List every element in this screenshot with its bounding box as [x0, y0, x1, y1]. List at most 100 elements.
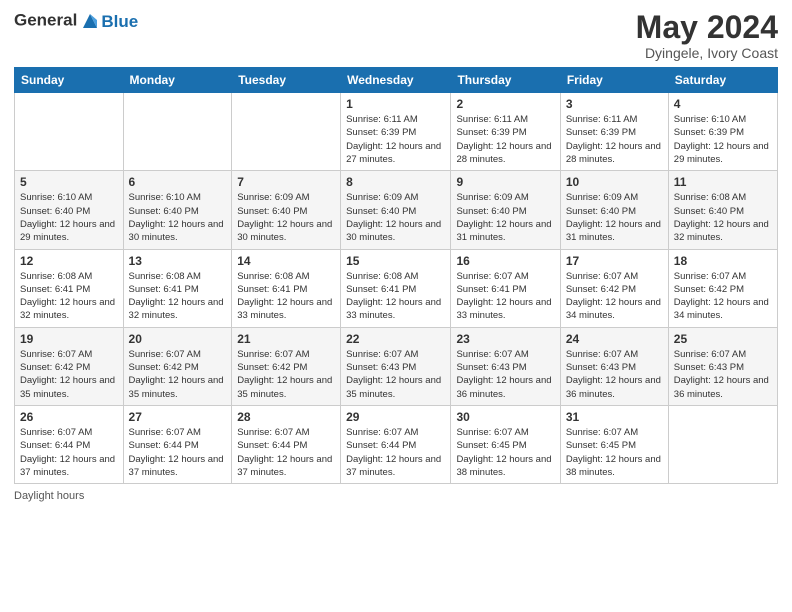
sunrise-text: Sunrise: 6:09 AM	[346, 191, 445, 204]
day-number: 16	[456, 254, 554, 268]
day-number: 27	[129, 410, 227, 424]
sunrise-text: Sunrise: 6:11 AM	[456, 113, 554, 126]
calendar-week-row: 1Sunrise: 6:11 AMSunset: 6:39 PMDaylight…	[15, 93, 778, 171]
sunset-text: Sunset: 6:43 PM	[674, 361, 772, 374]
daylight-text: Daylight: 12 hours and 30 minutes.	[346, 218, 445, 245]
calendar-cell: 17Sunrise: 6:07 AMSunset: 6:42 PMDayligh…	[560, 249, 668, 327]
location: Dyingele, Ivory Coast	[636, 45, 778, 61]
sunset-text: Sunset: 6:40 PM	[566, 205, 663, 218]
sunset-text: Sunset: 6:41 PM	[129, 283, 227, 296]
calendar-cell: 14Sunrise: 6:08 AMSunset: 6:41 PMDayligh…	[232, 249, 341, 327]
calendar-cell: 23Sunrise: 6:07 AMSunset: 6:43 PMDayligh…	[451, 327, 560, 405]
calendar-day-header: Tuesday	[232, 68, 341, 93]
sunset-text: Sunset: 6:44 PM	[129, 439, 227, 452]
day-number: 23	[456, 332, 554, 346]
sunset-text: Sunset: 6:43 PM	[456, 361, 554, 374]
daylight-text: Daylight: 12 hours and 38 minutes.	[456, 453, 554, 480]
sunset-text: Sunset: 6:39 PM	[674, 126, 772, 139]
calendar-cell: 20Sunrise: 6:07 AMSunset: 6:42 PMDayligh…	[123, 327, 232, 405]
day-number: 21	[237, 332, 335, 346]
daylight-text: Daylight: 12 hours and 37 minutes.	[129, 453, 227, 480]
daylight-text: Daylight: 12 hours and 33 minutes.	[346, 296, 445, 323]
daylight-text: Daylight: 12 hours and 36 minutes.	[566, 374, 663, 401]
day-number: 30	[456, 410, 554, 424]
day-number: 11	[674, 175, 772, 189]
calendar-cell: 12Sunrise: 6:08 AMSunset: 6:41 PMDayligh…	[15, 249, 124, 327]
month-title: May 2024	[636, 10, 778, 45]
day-number: 29	[346, 410, 445, 424]
day-number: 9	[456, 175, 554, 189]
daylight-text: Daylight: 12 hours and 32 minutes.	[129, 296, 227, 323]
daylight-text: Daylight: 12 hours and 28 minutes.	[456, 140, 554, 167]
day-info: Sunrise: 6:07 AMSunset: 6:43 PMDaylight:…	[566, 348, 663, 401]
sunset-text: Sunset: 6:43 PM	[346, 361, 445, 374]
sunrise-text: Sunrise: 6:08 AM	[674, 191, 772, 204]
sunset-text: Sunset: 6:39 PM	[456, 126, 554, 139]
calendar-cell: 24Sunrise: 6:07 AMSunset: 6:43 PMDayligh…	[560, 327, 668, 405]
daylight-text: Daylight: 12 hours and 27 minutes.	[346, 140, 445, 167]
day-number: 18	[674, 254, 772, 268]
calendar-cell: 4Sunrise: 6:10 AMSunset: 6:39 PMDaylight…	[668, 93, 777, 171]
calendar-cell: 26Sunrise: 6:07 AMSunset: 6:44 PMDayligh…	[15, 405, 124, 483]
sunset-text: Sunset: 6:41 PM	[237, 283, 335, 296]
calendar-cell: 31Sunrise: 6:07 AMSunset: 6:45 PMDayligh…	[560, 405, 668, 483]
day-info: Sunrise: 6:10 AMSunset: 6:39 PMDaylight:…	[674, 113, 772, 166]
sunset-text: Sunset: 6:40 PM	[456, 205, 554, 218]
daylight-text: Daylight: 12 hours and 37 minutes.	[237, 453, 335, 480]
sunset-text: Sunset: 6:40 PM	[129, 205, 227, 218]
day-number: 25	[674, 332, 772, 346]
calendar-cell: 28Sunrise: 6:07 AMSunset: 6:44 PMDayligh…	[232, 405, 341, 483]
sunrise-text: Sunrise: 6:11 AM	[566, 113, 663, 126]
calendar-cell: 15Sunrise: 6:08 AMSunset: 6:41 PMDayligh…	[341, 249, 451, 327]
sunset-text: Sunset: 6:42 PM	[20, 361, 118, 374]
day-number: 3	[566, 97, 663, 111]
calendar-cell	[123, 93, 232, 171]
calendar-week-row: 19Sunrise: 6:07 AMSunset: 6:42 PMDayligh…	[15, 327, 778, 405]
day-number: 20	[129, 332, 227, 346]
calendar-cell	[15, 93, 124, 171]
sunset-text: Sunset: 6:40 PM	[20, 205, 118, 218]
daylight-text: Daylight: 12 hours and 35 minutes.	[237, 374, 335, 401]
daylight-text: Daylight: 12 hours and 35 minutes.	[20, 374, 118, 401]
day-info: Sunrise: 6:09 AMSunset: 6:40 PMDaylight:…	[346, 191, 445, 244]
daylight-text: Daylight: 12 hours and 29 minutes.	[20, 218, 118, 245]
calendar-week-row: 12Sunrise: 6:08 AMSunset: 6:41 PMDayligh…	[15, 249, 778, 327]
daylight-text: Daylight: 12 hours and 33 minutes.	[456, 296, 554, 323]
sunset-text: Sunset: 6:41 PM	[346, 283, 445, 296]
day-info: Sunrise: 6:07 AMSunset: 6:44 PMDaylight:…	[20, 426, 118, 479]
sunrise-text: Sunrise: 6:07 AM	[129, 348, 227, 361]
daylight-text: Daylight: 12 hours and 32 minutes.	[674, 218, 772, 245]
calendar-table: SundayMondayTuesdayWednesdayThursdayFrid…	[14, 67, 778, 484]
sunset-text: Sunset: 6:45 PM	[566, 439, 663, 452]
day-number: 13	[129, 254, 227, 268]
sunrise-text: Sunrise: 6:09 AM	[237, 191, 335, 204]
calendar-cell	[668, 405, 777, 483]
calendar-cell: 30Sunrise: 6:07 AMSunset: 6:45 PMDayligh…	[451, 405, 560, 483]
day-number: 2	[456, 97, 554, 111]
sunrise-text: Sunrise: 6:07 AM	[674, 270, 772, 283]
daylight-text: Daylight: 12 hours and 37 minutes.	[20, 453, 118, 480]
calendar-cell	[232, 93, 341, 171]
calendar-cell: 8Sunrise: 6:09 AMSunset: 6:40 PMDaylight…	[341, 171, 451, 249]
sunrise-text: Sunrise: 6:11 AM	[346, 113, 445, 126]
sunset-text: Sunset: 6:42 PM	[237, 361, 335, 374]
sunrise-text: Sunrise: 6:07 AM	[674, 348, 772, 361]
day-number: 28	[237, 410, 335, 424]
daylight-text: Daylight: 12 hours and 30 minutes.	[129, 218, 227, 245]
day-number: 31	[566, 410, 663, 424]
sunset-text: Sunset: 6:40 PM	[237, 205, 335, 218]
calendar-cell: 5Sunrise: 6:10 AMSunset: 6:40 PMDaylight…	[15, 171, 124, 249]
day-info: Sunrise: 6:07 AMSunset: 6:42 PMDaylight:…	[237, 348, 335, 401]
calendar-cell: 25Sunrise: 6:07 AMSunset: 6:43 PMDayligh…	[668, 327, 777, 405]
calendar-cell: 9Sunrise: 6:09 AMSunset: 6:40 PMDaylight…	[451, 171, 560, 249]
daylight-text: Daylight: 12 hours and 35 minutes.	[346, 374, 445, 401]
calendar-cell: 10Sunrise: 6:09 AMSunset: 6:40 PMDayligh…	[560, 171, 668, 249]
calendar-cell: 1Sunrise: 6:11 AMSunset: 6:39 PMDaylight…	[341, 93, 451, 171]
calendar-week-row: 26Sunrise: 6:07 AMSunset: 6:44 PMDayligh…	[15, 405, 778, 483]
sunset-text: Sunset: 6:42 PM	[674, 283, 772, 296]
header: General Blue May 2024 Dyingele, Ivory Co…	[14, 10, 778, 61]
day-info: Sunrise: 6:08 AMSunset: 6:40 PMDaylight:…	[674, 191, 772, 244]
sunrise-text: Sunrise: 6:08 AM	[20, 270, 118, 283]
day-info: Sunrise: 6:11 AMSunset: 6:39 PMDaylight:…	[346, 113, 445, 166]
day-info: Sunrise: 6:07 AMSunset: 6:42 PMDaylight:…	[674, 270, 772, 323]
